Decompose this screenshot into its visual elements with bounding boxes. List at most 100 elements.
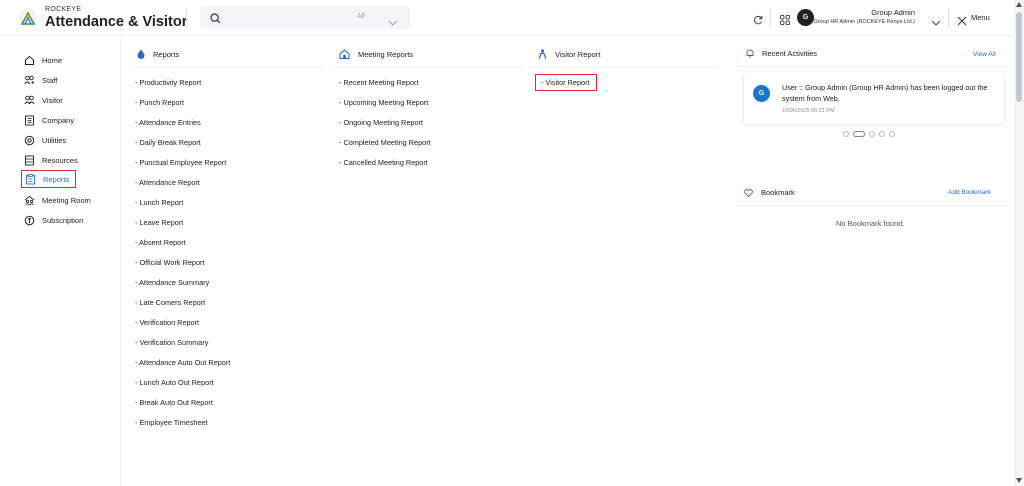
carousel-dot[interactable]	[879, 131, 885, 137]
sidebar-item-meeting-room[interactable]: Meeting Room	[21, 191, 117, 209]
divider	[737, 205, 1007, 206]
carousel-dot-active[interactable]	[853, 131, 865, 137]
carousel-dots	[843, 131, 899, 137]
sidebar-item-company[interactable]: Company	[21, 111, 117, 129]
report-link[interactable]: - Cancelled Meeting Report	[339, 158, 428, 167]
home-icon	[25, 55, 34, 65]
app-title: Attendance & Visitor	[45, 14, 188, 30]
report-link[interactable]: - Attendance Entries	[135, 118, 201, 127]
report-link[interactable]: - Break Auto Out Report	[135, 398, 213, 407]
reports-icon	[26, 173, 35, 184]
bookmark-header: Bookmark	[744, 188, 795, 197]
sidebar: Home Staff Visitor Company Utilities Res…	[0, 37, 121, 486]
sidebar-item-reports[interactable]: Reports	[21, 170, 76, 188]
page-scrollbar[interactable]	[1014, 0, 1024, 486]
carousel-dot[interactable]	[889, 131, 895, 137]
report-link[interactable]: - Attendance Report	[135, 178, 200, 187]
report-link[interactable]: - Verification Summary	[135, 338, 208, 347]
heart-icon	[744, 188, 753, 197]
sidebar-item-staff[interactable]: Staff	[21, 71, 117, 89]
sidebar-item-resources[interactable]: Resources	[21, 151, 117, 169]
sidebar-item-label: Visitor	[42, 95, 63, 105]
meeting-room-icon	[24, 195, 35, 206]
scrollbar-thumb[interactable]	[1016, 12, 1022, 102]
sidebar-item-label: Resources	[42, 155, 78, 165]
add-bookmark-link[interactable]: Add Bookmark	[948, 189, 991, 196]
user-role: Group HR Admin (ROCKEYE Kenya Ltd.)	[813, 19, 915, 25]
menu-label[interactable]: Menu	[971, 13, 990, 22]
report-link[interactable]: - Upcoming Meeting Report	[339, 98, 428, 107]
drop-icon	[137, 49, 145, 59]
sidebar-item-label: Meeting Room	[42, 195, 91, 205]
meeting-reports-title: Meeting Reports	[358, 49, 414, 59]
report-link[interactable]: - Punctual Employee Report	[135, 158, 226, 167]
visitor-report-header: Visitor Report	[538, 49, 600, 59]
report-link[interactable]: - Daily Break Report	[135, 138, 201, 147]
report-link[interactable]: - Completed Meeting Report	[339, 138, 431, 147]
close-icon[interactable]	[957, 13, 967, 31]
user-menu-chevron-icon[interactable]	[931, 13, 941, 31]
resources-icon	[25, 155, 34, 165]
activity-message: User :: Group Admin (Group HR Admin) has…	[782, 83, 988, 103]
scroll-down-icon[interactable]	[1016, 478, 1022, 483]
carousel-dot[interactable]	[869, 131, 875, 137]
sidebar-item-label: Utilities	[42, 135, 67, 145]
visitor-icon	[24, 95, 35, 104]
search-input[interactable]: All	[200, 6, 410, 29]
report-link[interactable]: - Lunch Auto Out Report	[135, 378, 214, 387]
sidebar-item-home[interactable]: Home	[21, 51, 117, 69]
scroll-up-icon[interactable]	[1016, 2, 1022, 7]
sidebar-item-label: Subscription	[42, 215, 84, 225]
chevron-down-icon[interactable]	[388, 13, 398, 31]
recent-activities-header: Recent Activities	[746, 49, 817, 58]
divider	[770, 8, 771, 28]
divider	[186, 8, 187, 28]
report-link[interactable]: - Productivity Report	[135, 78, 201, 87]
reports-title: Reports	[153, 49, 180, 59]
person-icon	[538, 49, 547, 59]
sidebar-item-utilities[interactable]: Utilities	[21, 131, 117, 149]
sidebar-item-label: Reports	[43, 174, 70, 184]
user-name[interactable]: Group Admin	[775, 8, 915, 17]
report-link[interactable]: - Visitor Report	[535, 74, 597, 91]
company-icon	[25, 115, 34, 125]
bookmark-title: Bookmark	[761, 188, 795, 197]
sidebar-item-visitor[interactable]: Visitor	[21, 91, 117, 109]
divider	[737, 66, 1007, 67]
activity-avatar: G	[753, 85, 770, 102]
carousel-dot[interactable]	[843, 131, 849, 137]
report-link[interactable]: - Absent Report	[135, 238, 186, 247]
bookmark-empty-text: No Bookmark found.	[836, 219, 905, 228]
report-link[interactable]: - Employee Timesheet	[135, 418, 208, 427]
report-link[interactable]: - Ongoing Meeting Report	[339, 118, 423, 127]
divider	[132, 67, 322, 68]
reports-header: Reports	[137, 49, 179, 59]
report-link[interactable]: - Punch Report	[135, 98, 184, 107]
search-scope-select[interactable]: All	[357, 13, 365, 20]
utilities-icon	[24, 135, 35, 145]
sidebar-item-subscription[interactable]: Subscription	[21, 211, 117, 229]
report-link[interactable]: - Official Work Report	[135, 258, 204, 267]
report-link[interactable]: - Late Comers Report	[135, 298, 205, 307]
home-icon	[339, 49, 350, 59]
subscription-icon	[24, 215, 35, 225]
divider	[332, 67, 522, 68]
view-all-link[interactable]: View All	[973, 51, 996, 58]
report-link[interactable]: - Attendance Auto Out Report	[135, 358, 230, 367]
recent-activities-title: Recent Activities	[762, 49, 818, 58]
bell-icon	[746, 49, 754, 58]
brand-small: ROCKEYE	[45, 6, 82, 13]
visitor-report-title: Visitor Report	[555, 49, 601, 59]
activity-card[interactable]: G User :: Group Admin (Group HR Admin) h…	[744, 72, 1004, 124]
rockeye-logo[interactable]	[19, 9, 37, 27]
meeting-reports-header: Meeting Reports	[339, 49, 413, 59]
report-link[interactable]: - Verification Report	[135, 318, 199, 327]
report-link[interactable]: - Recent Meeting Report	[339, 78, 419, 87]
report-link[interactable]: - Lunch Report	[135, 198, 183, 207]
divider	[948, 8, 949, 28]
report-link[interactable]: - Leave Report	[135, 218, 183, 227]
staff-icon	[24, 75, 34, 84]
divider	[528, 67, 718, 68]
report-link[interactable]: - Attendance Summary	[135, 278, 209, 287]
sidebar-item-label: Home	[42, 55, 63, 65]
